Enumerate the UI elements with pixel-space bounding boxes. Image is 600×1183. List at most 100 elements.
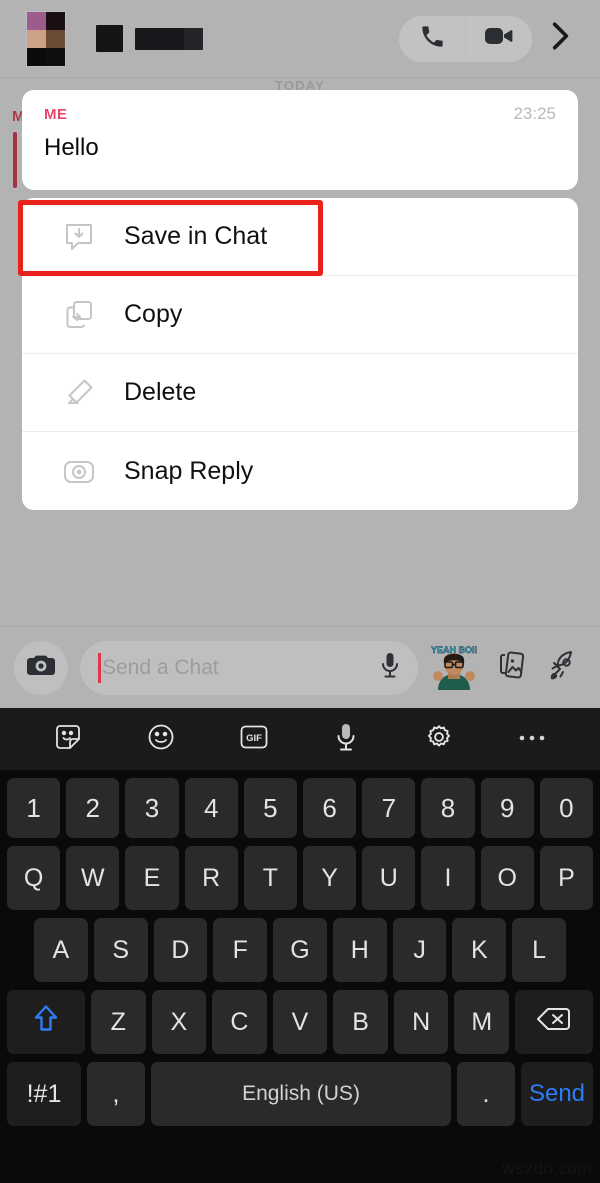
key-f[interactable]: F	[213, 918, 268, 982]
keyboard-voice-button[interactable]	[323, 716, 369, 762]
keyboard-sticker-button[interactable]	[45, 716, 91, 762]
key-k[interactable]: K	[452, 918, 507, 982]
keyboard-more-button[interactable]	[509, 716, 555, 762]
keyboard-row-bottom: Z X C V B N M	[4, 990, 596, 1054]
key-4[interactable]: 4	[184, 778, 238, 838]
key-g[interactable]: G	[273, 918, 327, 982]
key-a[interactable]: A	[33, 918, 88, 982]
more-options-icon	[517, 730, 547, 748]
key-j[interactable]: J	[392, 918, 447, 982]
camera-icon	[27, 653, 55, 682]
chevron-right-icon	[546, 19, 574, 58]
keyboard-toolbar: GIF	[0, 708, 600, 770]
key-i[interactable]: I	[421, 846, 475, 910]
chat-input-bar: Send a Chat YEAH BOII	[0, 626, 600, 708]
key-m[interactable]: M	[454, 990, 510, 1054]
key-e[interactable]: E	[125, 846, 179, 910]
key-p[interactable]: P	[539, 846, 594, 910]
menu-item-copy[interactable]: Copy	[22, 276, 578, 354]
eraser-icon	[56, 376, 102, 410]
message-timestamp: 23:25	[513, 104, 556, 123]
key-w[interactable]: W	[66, 846, 120, 910]
on-screen-keyboard: G I F 1 2 3 4 5 6 7 8 9 0 Q W E R T Y U I …	[0, 708, 600, 1183]
stickers-button[interactable]	[488, 647, 534, 688]
message-status-bar	[13, 132, 17, 188]
menu-item-label: Copy	[124, 300, 183, 328]
key-b[interactable]: B	[333, 990, 388, 1054]
key-2[interactable]: 2	[66, 778, 120, 838]
menu-item-snap-reply[interactable]: Snap Reply	[22, 432, 578, 510]
sticker-cards-icon	[493, 647, 529, 688]
backspace-key[interactable]	[515, 990, 594, 1054]
comma-key[interactable]: ,	[87, 1062, 145, 1126]
phone-screen: T O D A Y M Send a Chat YEAH BOII ME 23:25 H…	[0, 0, 600, 1183]
camera-button[interactable]	[14, 640, 68, 695]
key-1[interactable]: 1	[6, 778, 61, 838]
key-7[interactable]: 7	[362, 778, 416, 838]
settings-gear-icon	[425, 723, 453, 756]
phone-call-button[interactable]	[399, 16, 465, 62]
message-text: Hello	[44, 134, 99, 161]
voice-note-button[interactable]	[380, 651, 400, 684]
key-s[interactable]: S	[93, 918, 148, 982]
key-3[interactable]: 3	[125, 778, 179, 838]
microphone-icon	[380, 653, 400, 683]
send-chat-placeholder: Send a Chat	[102, 655, 219, 679]
key-5[interactable]: 5	[243, 778, 297, 838]
avatar[interactable]	[26, 10, 66, 67]
key-u[interactable]: U	[362, 846, 416, 910]
key-x[interactable]: X	[151, 990, 207, 1054]
camera-icon	[56, 454, 102, 488]
keyboard-keys: 1 2 3 4 5 6 7 8 9 0 Q W E R T Y U I O P …	[0, 770, 600, 1126]
backspace-icon	[536, 1005, 572, 1040]
rocket-button[interactable]	[540, 648, 586, 687]
menu-item-label: Delete	[124, 378, 197, 406]
gif-icon: GIF	[239, 723, 269, 756]
key-0[interactable]: 0	[539, 778, 594, 838]
symbols-key[interactable]: !#1	[7, 1062, 81, 1126]
phone-icon	[419, 23, 446, 55]
bitmoji-sticker-icon: YEAH BOII	[431, 644, 477, 690]
key-9[interactable]: 9	[480, 778, 534, 838]
watermark: wsxdn.com	[502, 1159, 592, 1178]
message-context-menu: Save in Chat Copy Delete Snap Reply	[22, 198, 578, 510]
message-bubble[interactable]: ME 23:25 Hello	[22, 90, 578, 190]
keyboard-row-numbers: 1 2 3 4 5 6 7 8 9 0	[4, 778, 596, 838]
key-t[interactable]: T	[243, 846, 297, 910]
send-chat-input[interactable]: Send a Chat	[80, 640, 418, 695]
send-key[interactable]: Send	[521, 1062, 593, 1126]
video-call-button[interactable]	[466, 16, 532, 62]
video-camera-icon	[484, 24, 514, 53]
key-l[interactable]: L	[512, 918, 567, 982]
key-6[interactable]: 6	[303, 778, 357, 838]
key-h[interactable]: H	[332, 918, 387, 982]
key-c[interactable]: C	[212, 990, 267, 1054]
shift-key[interactable]	[6, 990, 85, 1054]
keyboard-emoji-button[interactable]	[138, 716, 184, 762]
key-z[interactable]: Z	[90, 990, 146, 1054]
message-sender: ME	[44, 106, 68, 123]
bitmoji-sticker-button[interactable]: YEAH BOII	[426, 640, 482, 696]
keyboard-settings-button[interactable]	[416, 716, 462, 762]
text-cursor	[98, 652, 101, 683]
keyboard-gif-button[interactable]: GIF	[231, 716, 277, 762]
key-d[interactable]: D	[153, 918, 208, 982]
key-n[interactable]: N	[393, 990, 449, 1054]
menu-item-save-in-chat[interactable]: Save in Chat	[22, 198, 578, 276]
space-key[interactable]: English (US)	[151, 1062, 451, 1126]
key-r[interactable]: R	[184, 846, 238, 910]
keyboard-row-top: Q W E R T Y U I O P	[4, 846, 596, 910]
key-y[interactable]: Y	[303, 846, 357, 910]
key-q[interactable]: Q	[6, 846, 61, 910]
menu-item-delete[interactable]: Delete	[22, 354, 578, 432]
key-v[interactable]: V	[272, 990, 328, 1054]
key-8[interactable]: 8	[421, 778, 475, 838]
save-in-chat-icon	[56, 220, 102, 254]
period-key[interactable]: .	[457, 1062, 515, 1126]
copy-icon	[56, 298, 102, 332]
svg-text:GIF: GIF	[246, 733, 262, 744]
microphone-icon	[335, 722, 357, 757]
call-buttons-group	[399, 15, 532, 62]
open-profile-button[interactable]	[538, 16, 582, 62]
key-o[interactable]: O	[480, 846, 534, 910]
